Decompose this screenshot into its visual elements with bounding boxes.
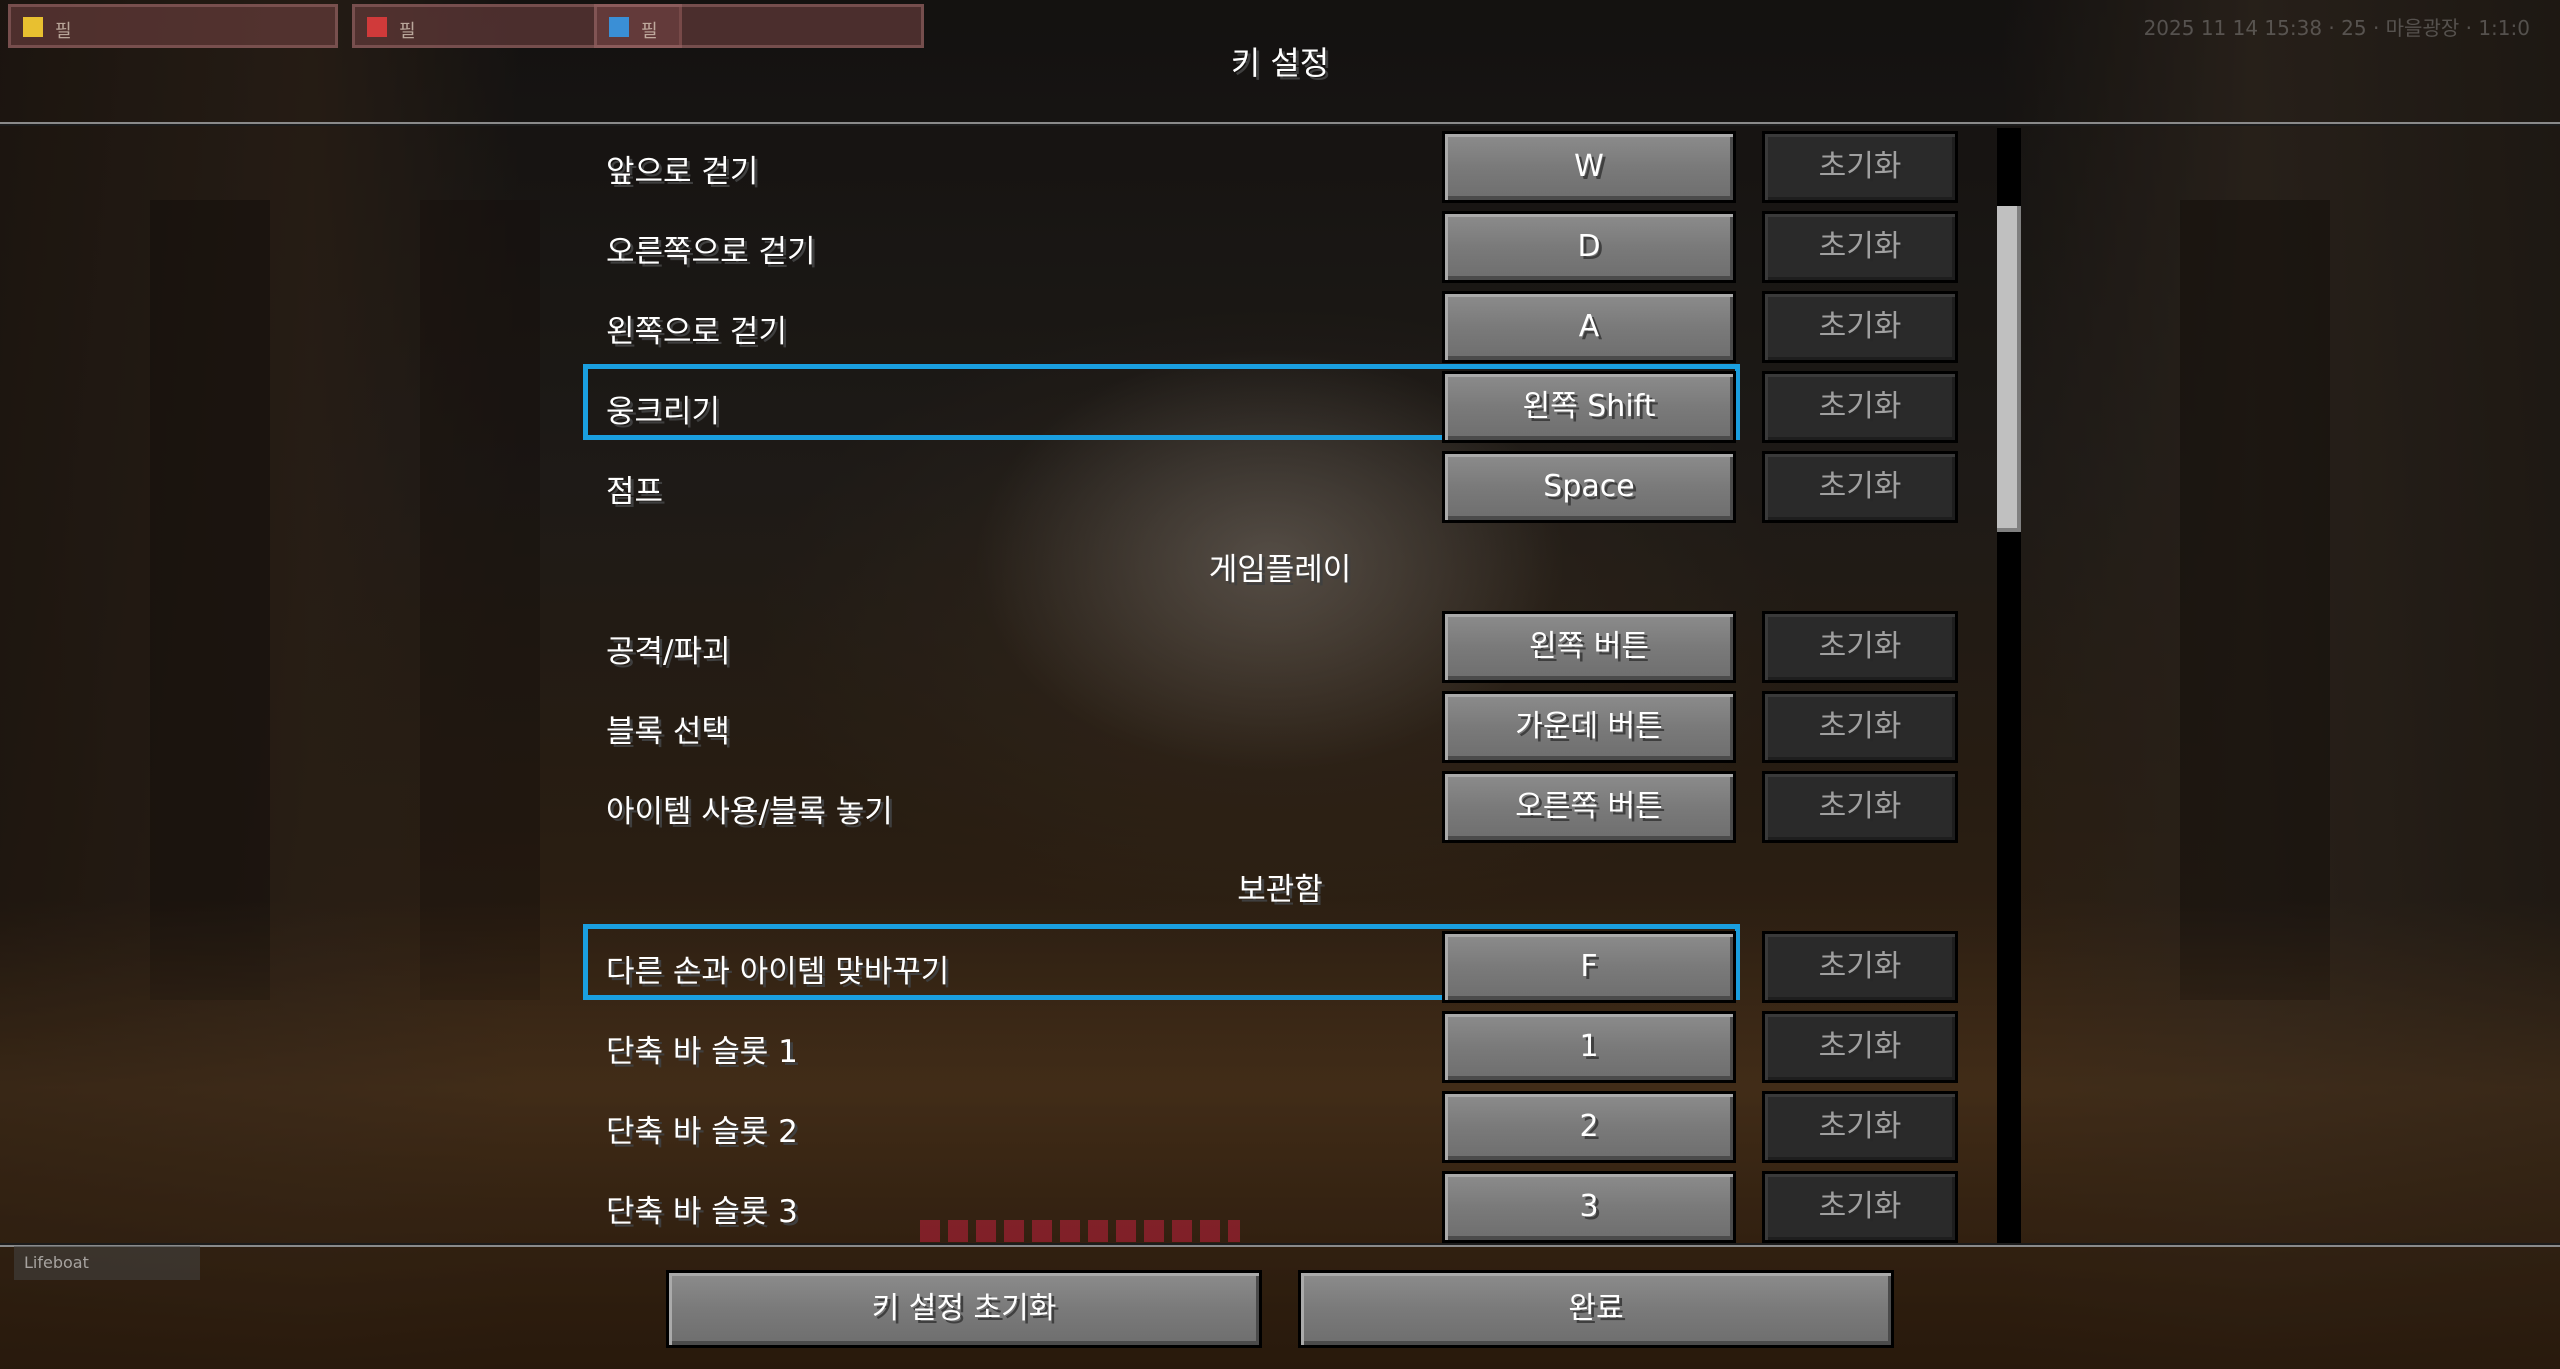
keybind-row-attack: 공격/파괴 왼쪽 버튼 초기화 xyxy=(0,608,2560,688)
keybind-label: 왼쪽으로 걷기 xyxy=(606,314,787,350)
keybind-reset-button[interactable]: 초기화 xyxy=(1762,291,1958,363)
hud-hearts xyxy=(920,1220,1240,1242)
keybind-key-button[interactable]: Space xyxy=(1442,451,1736,523)
keybind-reset-button[interactable]: 초기화 xyxy=(1762,211,1958,283)
keybind-label: 다른 손과 아이템 맞바꾸기 xyxy=(606,954,950,990)
keybind-row-jump: 점프 Space 초기화 xyxy=(0,448,2560,528)
hud-status-text: 2025 11 14 15:38 · 25 · 마을광장 · 1:1:0 xyxy=(2143,16,2530,40)
keybind-row-use-item: 아이템 사용/블록 놓기 오른쪽 버튼 초기화 xyxy=(0,768,2560,848)
keybind-key-button[interactable]: 왼쪽 Shift xyxy=(1442,371,1736,443)
keybind-reset-button[interactable]: 초기화 xyxy=(1762,931,1958,1003)
done-button[interactable]: 완료 xyxy=(1298,1270,1894,1348)
page-title: 키 설정 xyxy=(1230,44,1330,82)
keybind-key-button[interactable]: 3 xyxy=(1442,1171,1736,1243)
hud-slot-2-icon xyxy=(367,17,387,37)
hud-slot-3-icon xyxy=(609,17,629,37)
keybind-row-left: 왼쪽으로 걷기 A 초기화 xyxy=(0,288,2560,368)
keybind-label: 블록 선택 xyxy=(606,714,730,750)
keybind-key-button[interactable]: D xyxy=(1442,211,1736,283)
keybind-reset-button[interactable]: 초기화 xyxy=(1762,1171,1958,1243)
keybind-reset-button[interactable]: 초기화 xyxy=(1762,771,1958,843)
reset-all-keys-button[interactable]: 키 설정 초기화 xyxy=(666,1270,1262,1348)
keybind-reset-button[interactable]: 초기화 xyxy=(1762,371,1958,443)
keybind-row-forward: 앞으로 걷기 W 초기화 xyxy=(0,128,2560,208)
keybind-label: 점프 xyxy=(606,474,664,510)
footer-divider xyxy=(0,1245,2560,1247)
keybind-label: 단축 바 슬롯 2 xyxy=(606,1114,798,1150)
keybind-reset-button[interactable]: 초기화 xyxy=(1762,1091,1958,1163)
keybind-label: 웅크리기 xyxy=(606,394,721,430)
hud-bottom-left: Lifeboat xyxy=(14,1246,200,1280)
keybind-reset-button[interactable]: 초기화 xyxy=(1762,611,1958,683)
keybind-label: 공격/파괴 xyxy=(606,634,731,670)
keybind-reset-button[interactable]: 초기화 xyxy=(1762,451,1958,523)
keybind-label: 오른쪽으로 걷기 xyxy=(606,234,816,270)
keybind-label: 단축 바 슬롯 3 xyxy=(606,1194,798,1230)
keybind-label: 앞으로 걷기 xyxy=(606,154,759,190)
keybind-row-sneak: 웅크리기 왼쪽 Shift 초기화 xyxy=(0,364,2560,448)
scrollbar-thumb[interactable] xyxy=(1997,206,2021,532)
category-inventory: 보관함 xyxy=(1237,872,1323,908)
keybind-row-hotbar-3: 단축 바 슬롯 3 3 초기화 xyxy=(0,1168,2560,1243)
keybind-key-button[interactable]: 오른쪽 버튼 xyxy=(1442,771,1736,843)
keybind-reset-button[interactable]: 초기화 xyxy=(1762,691,1958,763)
keybind-key-button[interactable]: 왼쪽 버튼 xyxy=(1442,611,1736,683)
header-divider-shadow xyxy=(0,124,2560,126)
keybind-reset-button[interactable]: 초기화 xyxy=(1762,131,1958,203)
keybind-key-button[interactable]: 가운데 버튼 xyxy=(1442,691,1736,763)
keybind-key-button[interactable]: F xyxy=(1442,931,1736,1003)
keybind-row-right: 오른쪽으로 걷기 D 초기화 xyxy=(0,208,2560,288)
category-gameplay: 게임플레이 xyxy=(1208,552,1352,588)
keybind-list[interactable]: 앞으로 걷기 W 초기화 오른쪽으로 걷기 D 초기화 왼쪽으로 걷기 A 초기… xyxy=(0,128,2560,1243)
keybind-row-swap-offhand: 다른 손과 아이템 맞바꾸기 F 초기화 xyxy=(0,924,2560,1008)
hud-slot-1-icon xyxy=(23,17,43,37)
keybind-row-hotbar-2: 단축 바 슬롯 2 2 초기화 xyxy=(0,1088,2560,1168)
keybind-key-button[interactable]: 1 xyxy=(1442,1011,1736,1083)
keybind-key-button[interactable]: W xyxy=(1442,131,1736,203)
keybind-row-hotbar-1: 단축 바 슬롯 1 1 초기화 xyxy=(0,1008,2560,1088)
keybind-label: 단축 바 슬롯 1 xyxy=(606,1034,798,1070)
keybind-reset-button[interactable]: 초기화 xyxy=(1762,1011,1958,1083)
keybind-row-pick-block: 블록 선택 가운데 버튼 초기화 xyxy=(0,688,2560,768)
keybind-key-button[interactable]: 2 xyxy=(1442,1091,1736,1163)
keybind-label: 아이템 사용/블록 놓기 xyxy=(606,794,893,830)
keybind-key-button[interactable]: A xyxy=(1442,291,1736,363)
